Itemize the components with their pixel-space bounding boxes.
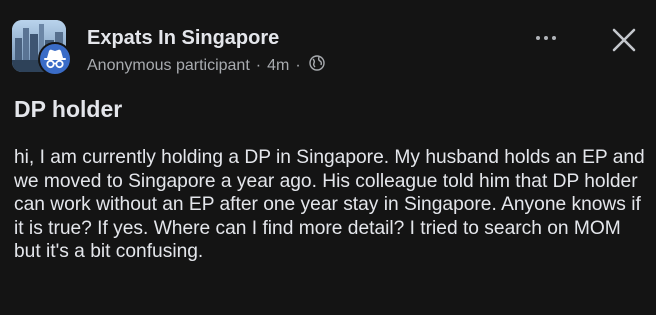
incognito-icon bbox=[38, 42, 72, 76]
author-name[interactable]: Anonymous participant bbox=[87, 57, 250, 75]
post-title: DP holder bbox=[14, 96, 123, 122]
meta-separator: · bbox=[255, 56, 262, 74]
post-card: Expats In Singapore Anonymous participan… bbox=[0, 0, 656, 315]
globe-icon bbox=[308, 55, 325, 76]
close-icon bbox=[612, 28, 636, 52]
post-meta: Anonymous participant · 4m · bbox=[87, 55, 325, 76]
post-body-text: hi, I am currently holding a DP in Singa… bbox=[14, 147, 645, 263]
close-button[interactable] bbox=[608, 24, 640, 56]
group-name-link[interactable]: Expats In Singapore bbox=[87, 27, 279, 50]
meta-separator: · bbox=[295, 56, 301, 74]
post-timestamp[interactable]: 4m bbox=[267, 57, 289, 75]
avatar[interactable] bbox=[12, 20, 72, 76]
more-options-button[interactable] bbox=[530, 28, 562, 48]
more-dots-icon bbox=[536, 36, 540, 40]
